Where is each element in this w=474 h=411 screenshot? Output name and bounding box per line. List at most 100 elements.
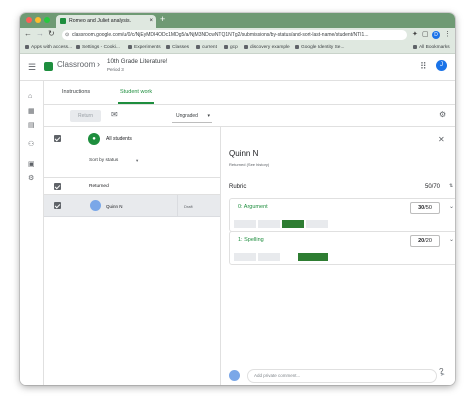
address-bar[interactable]: ⊙ classroom.google.com/u/0/c/NjEyMDI4ODc… xyxy=(62,30,407,40)
archived-classes-icon[interactable]: ▣ xyxy=(28,160,35,168)
enrolled-icon[interactable]: ⚇ xyxy=(28,140,34,148)
class-name[interactable]: 10th Grade Literature! xyxy=(107,58,168,65)
breadcrumb-chevron-icon: › xyxy=(97,59,100,69)
dropdown-caret-icon: ▾ xyxy=(207,109,210,123)
rubric-level[interactable] xyxy=(258,253,280,261)
student-detail-pane: ✕ Quinn N Returned (See history) Rubric … xyxy=(221,127,455,385)
sort-caret-icon[interactable]: ▾ xyxy=(136,158,138,164)
bookmark-item[interactable]: current xyxy=(196,42,217,54)
bookmarks-bar: Apps with access... Settings - Cooki... … xyxy=(20,42,455,54)
folder-icon xyxy=(196,45,200,49)
rubric-sort-icon[interactable]: ⇅ xyxy=(449,183,453,189)
bookmark-item[interactable]: Google Identity Se... xyxy=(295,42,344,54)
student-row[interactable]: Quinn N Draft xyxy=(44,195,220,217)
student-status: Draft xyxy=(184,204,193,209)
main-menu-icon[interactable]: ☰ xyxy=(28,62,36,73)
bookmark-item[interactable]: discovery example xyxy=(244,42,290,54)
folder-icon xyxy=(413,45,417,49)
tab-instructions[interactable]: Instructions xyxy=(62,81,90,104)
return-button[interactable]: Return xyxy=(70,110,101,122)
classroom-favicon-icon xyxy=(60,18,66,24)
experiments-icon xyxy=(128,45,132,49)
browser-tab[interactable]: Romeo and Juliet analysis. × xyxy=(56,15,156,28)
bookmark-item[interactable]: Classes xyxy=(166,42,189,54)
rubric-level-selected[interactable] xyxy=(298,253,328,261)
sort-select[interactable]: Sort by status xyxy=(89,158,118,163)
help-icon[interactable]: ? xyxy=(439,367,443,376)
student-list-pane: ● All students Sort by status ▾ Returned… xyxy=(44,127,221,385)
rubric-label: Rubric xyxy=(229,184,246,190)
tab-close-icon[interactable]: × xyxy=(149,15,153,28)
classes-icon xyxy=(166,45,170,49)
bookmark-item[interactable]: Experiments xyxy=(128,42,161,54)
bookmark-item[interactable]: gcp xyxy=(224,42,238,54)
app-header: ☰ Classroom › 10th Grade Literature! Per… xyxy=(20,54,455,81)
maximize-window-button[interactable] xyxy=(44,17,50,23)
rubric-level[interactable] xyxy=(234,220,256,228)
grade-filter-select[interactable]: Ungraded ▾ xyxy=(172,109,212,123)
product-title[interactable]: Classroom xyxy=(57,60,95,69)
account-avatar[interactable]: J xyxy=(436,60,447,71)
criterion-score-input[interactable]: 30/50 xyxy=(410,202,440,214)
tab-strip: Romeo and Juliet analysis. × + xyxy=(20,13,455,28)
email-icon[interactable]: ✉ xyxy=(111,110,118,119)
calendar-icon[interactable]: ▦ xyxy=(28,107,35,115)
action-bar: Return ✉ Ungraded ▾ ⚙ xyxy=(44,105,455,127)
detail-status-link[interactable]: Returned (See history) xyxy=(229,162,269,167)
profile-avatar[interactable]: D xyxy=(432,31,440,39)
section-label: Returned xyxy=(89,184,109,189)
reload-icon[interactable]: ↻ xyxy=(48,29,55,38)
side-panel-icon[interactable]: ▢ xyxy=(422,30,429,38)
rubric-level[interactable] xyxy=(234,253,256,261)
settings-gear-icon[interactable]: ⚙ xyxy=(439,110,446,119)
close-icon[interactable]: ✕ xyxy=(438,135,445,144)
settings-icon xyxy=(76,45,80,49)
classroom-logo-icon[interactable] xyxy=(44,62,53,71)
criterion-title[interactable]: 1: Spelling xyxy=(238,237,264,243)
site-info-icon[interactable]: ⊙ xyxy=(65,30,69,40)
rubric-criterion: 1: Spelling 20/20 ⌄ xyxy=(229,231,455,265)
bookmark-item[interactable]: Settings - Cooki... xyxy=(76,42,120,54)
browser-menu-icon[interactable]: ⋮ xyxy=(444,30,451,38)
extensions-icon[interactable]: ✦ xyxy=(412,30,418,38)
github-icon xyxy=(244,45,248,49)
rubric-level[interactable] xyxy=(258,220,280,228)
commenter-avatar xyxy=(229,370,240,381)
settings-icon[interactable]: ⚙ xyxy=(28,174,34,182)
student-name: Quinn N xyxy=(106,204,123,209)
all-bookmarks-button[interactable]: All Bookmarks xyxy=(413,42,450,54)
student-checkbox[interactable] xyxy=(54,202,61,209)
expand-chevron-icon[interactable]: ⌄ xyxy=(449,236,454,243)
forward-arrow-icon[interactable]: → xyxy=(36,29,44,38)
rubric-total-score: 50/70 xyxy=(425,184,440,190)
expand-chevron-icon[interactable]: ⌄ xyxy=(449,203,454,210)
url-text: classroom.google.com/u/0/c/NjEyMDI4ODc1M… xyxy=(72,32,369,38)
rubric-level[interactable] xyxy=(306,220,328,228)
github-icon xyxy=(295,45,299,49)
private-comment-input[interactable]: Add private comment... xyxy=(247,369,437,383)
criterion-score-input[interactable]: 20/20 xyxy=(410,235,440,247)
row-divider xyxy=(177,195,178,217)
close-window-button[interactable] xyxy=(26,17,32,23)
minimize-window-button[interactable] xyxy=(35,17,41,23)
browser-toolbar: ← → ↻ ⊙ classroom.google.com/u/0/c/NjEyM… xyxy=(20,28,455,42)
section-checkbox[interactable] xyxy=(54,183,61,190)
left-rail: ⌂ ▦ ▤ ⚇ ▣ ⚙ xyxy=(20,81,44,385)
new-tab-button[interactable]: + xyxy=(160,14,165,24)
grade-filter-value: Ungraded xyxy=(176,113,198,119)
detail-student-name: Quinn N xyxy=(229,149,258,158)
tab-student-work[interactable]: Student work xyxy=(118,81,154,104)
page-tabs: Instructions Student work xyxy=(44,81,455,105)
select-all-checkbox[interactable] xyxy=(54,135,61,142)
back-arrow-icon[interactable]: ← xyxy=(24,29,32,38)
section-header: Returned xyxy=(44,177,220,195)
apps-grid-icon[interactable]: ⠿ xyxy=(420,61,427,72)
rubric-level-selected[interactable] xyxy=(282,220,304,228)
home-icon[interactable]: ⌂ xyxy=(28,93,32,100)
to-review-icon[interactable]: ▤ xyxy=(28,121,35,129)
tab-title: Romeo and Juliet analysis. xyxy=(69,18,131,24)
apps-icon xyxy=(25,45,29,49)
criterion-title[interactable]: 0: Argument xyxy=(238,204,268,210)
bookmark-item[interactable]: Apps with access... xyxy=(25,42,72,54)
class-period: Period 3 xyxy=(107,67,124,72)
